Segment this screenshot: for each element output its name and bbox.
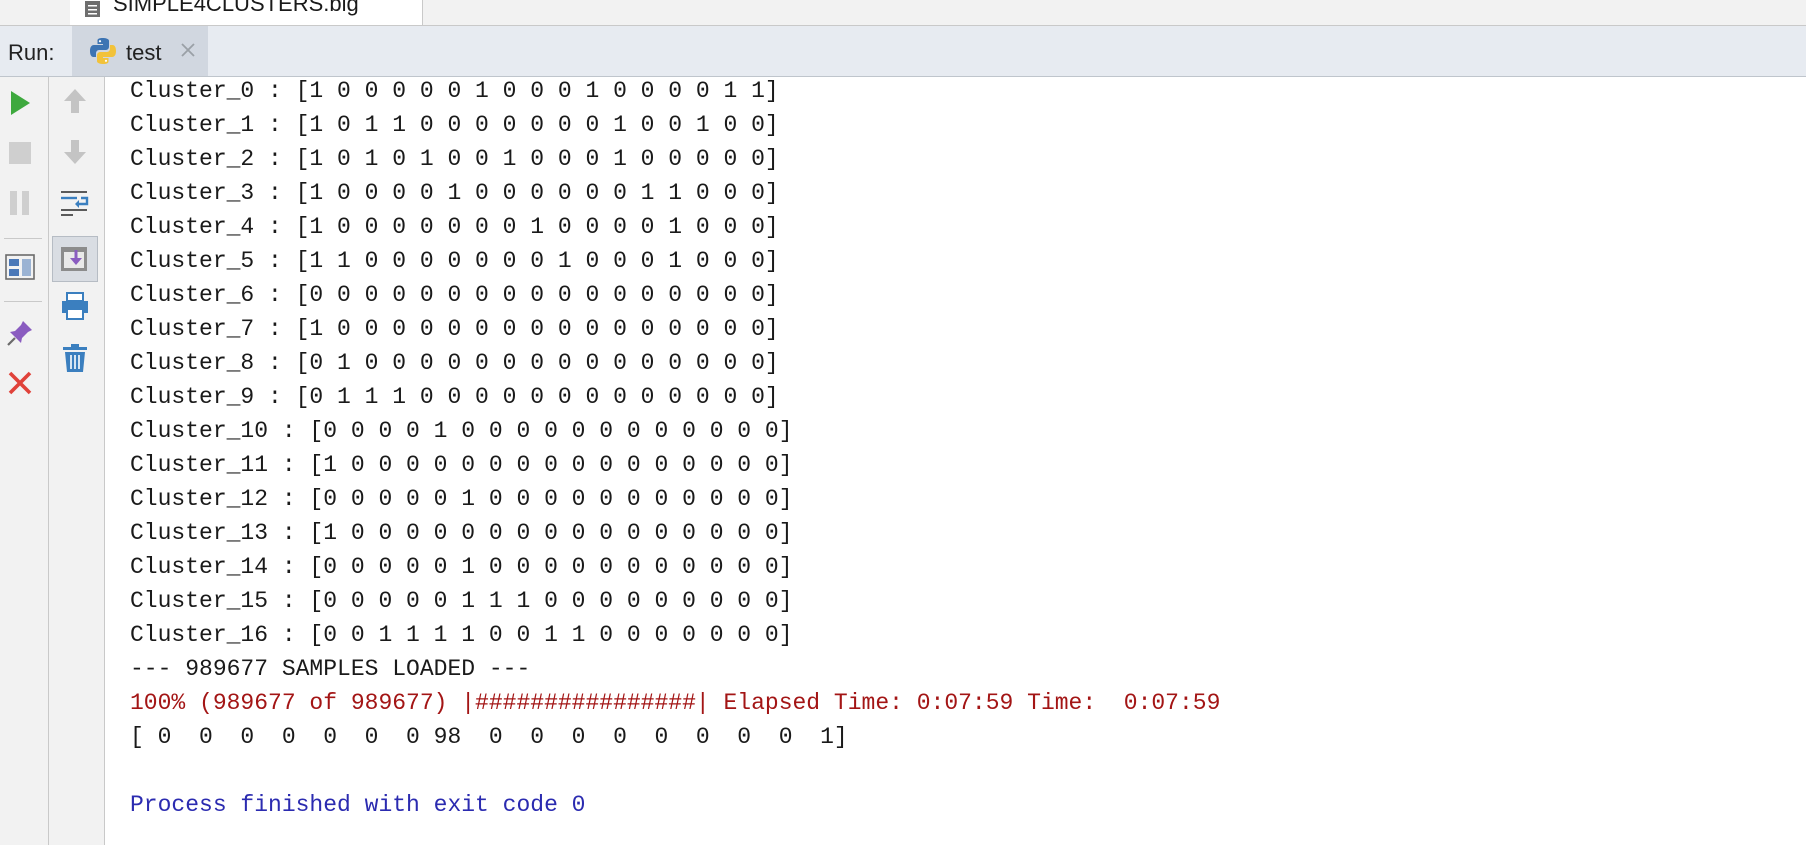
rerun-button[interactable]	[2, 85, 38, 121]
restore-layout-button[interactable]	[2, 249, 38, 285]
run-tab-label: test	[126, 40, 162, 65]
close-icon[interactable]	[178, 40, 198, 60]
scroll-to-end-icon	[61, 247, 87, 271]
text-file-icon	[85, 1, 100, 17]
rerun-icon	[11, 91, 30, 115]
soft-wrap-icon	[61, 191, 89, 216]
console-output[interactable]: Cluster_0 : [1 0 0 0 0 0 1 0 0 0 1 0 0 0…	[105, 77, 1806, 845]
console-line: Cluster_9 : [0 1 1 1 0 0 0 0 0 0 0 0 0 0…	[130, 384, 779, 410]
samples-loaded-line: --- 989677 SAMPLES LOADED ---	[130, 656, 531, 682]
console-line: Cluster_11 : [1 0 0 0 0 0 0 0 0 0 0 0 0 …	[130, 452, 793, 478]
run-toolbar-actions	[0, 77, 49, 845]
stop-button[interactable]	[2, 135, 38, 171]
pin-tab-button[interactable]	[2, 315, 38, 351]
console-line: Cluster_10 : [0 0 0 0 1 0 0 0 0 0 0 0 0 …	[130, 418, 793, 444]
console-line: Cluster_4 : [1 0 0 0 0 0 0 0 1 0 0 0 0 1…	[130, 214, 779, 240]
toolbar-separator	[4, 238, 42, 239]
run-tool-window-header: Run: test	[0, 26, 1806, 77]
pause-button[interactable]	[2, 185, 38, 221]
console-line: Cluster_1 : [1 0 1 1 0 0 0 0 0 0 0 1 0 0…	[130, 112, 779, 138]
python-icon	[90, 38, 116, 64]
run-label: Run:	[8, 40, 55, 65]
run-tab-test[interactable]: test	[72, 26, 208, 76]
progress-line: 100% (989677 of 989677) |###############…	[130, 690, 1221, 716]
console-line: Cluster_5 : [1 1 0 0 0 0 0 0 0 1 0 0 0 1…	[130, 248, 779, 274]
console-line: Cluster_13 : [1 0 0 0 0 0 0 0 0 0 0 0 0 …	[130, 520, 793, 546]
close-run-icon	[8, 371, 32, 395]
editor-tab-label: SIMPLE4CLUSTERS.big	[113, 0, 359, 16]
console-line: Cluster_15 : [0 0 0 0 0 1 1 1 0 0 0 0 0 …	[130, 588, 793, 614]
console-line: Cluster_3 : [1 0 0 0 0 1 0 0 0 0 0 0 1 1…	[130, 180, 779, 206]
print-icon	[62, 292, 88, 320]
print-button[interactable]	[57, 288, 93, 324]
console-line: Cluster_8 : [0 1 0 0 0 0 0 0 0 0 0 0 0 0…	[130, 350, 779, 376]
clear-all-icon	[63, 344, 87, 372]
down-stack-icon	[64, 140, 86, 164]
clear-all-button[interactable]	[57, 340, 93, 376]
exit-status-line: Process finished with exit code 0	[130, 792, 586, 818]
scroll-to-end-button[interactable]	[52, 236, 98, 282]
console-line: Cluster_14 : [0 0 0 0 0 1 0 0 0 0 0 0 0 …	[130, 554, 793, 580]
soft-wrap-button[interactable]	[57, 185, 93, 221]
stop-icon	[9, 142, 31, 164]
console-line: Cluster_6 : [0 0 0 0 0 0 0 0 0 0 0 0 0 0…	[130, 282, 779, 308]
up-stack-icon	[64, 89, 86, 113]
console-line: Cluster_7 : [1 0 0 0 0 0 0 0 0 0 0 0 0 0…	[130, 316, 779, 342]
down-stack-button[interactable]	[57, 134, 93, 170]
up-stack-button[interactable]	[57, 83, 93, 119]
console-line: Cluster_16 : [0 0 1 1 1 1 0 0 1 1 0 0 0 …	[130, 622, 793, 648]
console-toolbar	[49, 77, 105, 845]
console-line: Cluster_12 : [0 0 0 0 0 1 0 0 0 0 0 0 0 …	[130, 486, 793, 512]
result-array-line: [ 0 0 0 0 0 0 0 98 0 0 0 0 0 0 0 0 1]	[130, 724, 848, 750]
console-line: Cluster_2 : [1 0 1 0 1 0 0 1 0 0 0 1 0 0…	[130, 146, 779, 172]
pause-icon	[10, 191, 29, 215]
toolbar-separator	[4, 301, 42, 302]
console-line: Cluster_0 : [1 0 0 0 0 0 1 0 0 0 1 0 0 0…	[130, 78, 779, 104]
editor-tab-bar: SIMPLE4CLUSTERS.big	[0, 0, 1806, 26]
restore-layout-icon	[5, 254, 35, 280]
ide-window: SIMPLE4CLUSTERS.big Run: test Cluster_0 …	[0, 0, 1806, 845]
pin-tab-icon	[7, 321, 32, 346]
close-run-button[interactable]	[2, 365, 38, 401]
